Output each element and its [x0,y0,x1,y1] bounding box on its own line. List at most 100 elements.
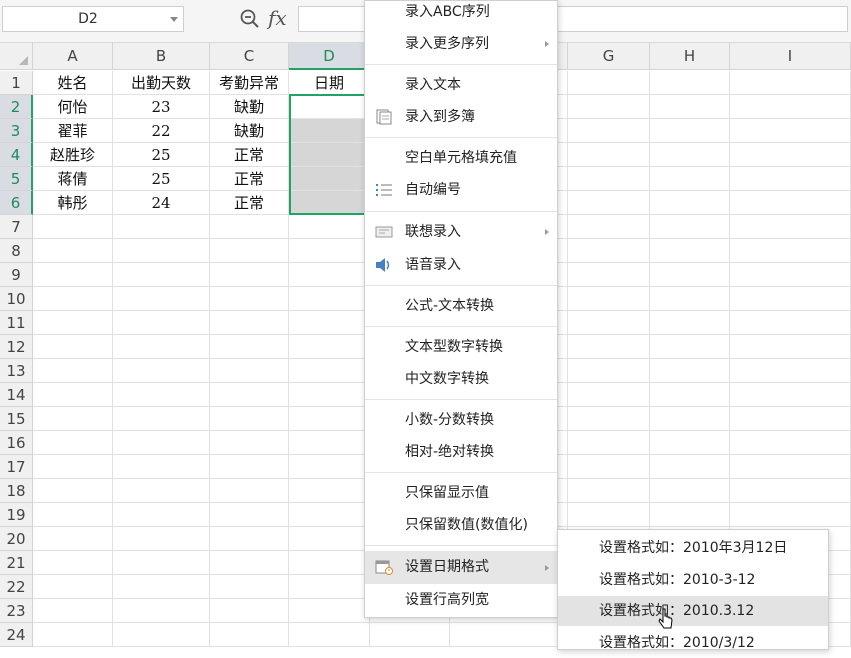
cell-d9[interactable] [289,263,370,287]
cell-c5[interactable]: 正常 [210,167,289,191]
cell-a15[interactable] [33,407,113,431]
cell-g10[interactable] [568,287,650,311]
cell-i2[interactable] [730,95,851,119]
submenu-item-date-slash[interactable]: 设置格式如：2010/3/12 [558,628,828,658]
menu-item-input-text[interactable]: 录入文本 [365,70,557,100]
name-box[interactable]: D2 [2,6,184,32]
cell-c3[interactable]: 缺勤 [210,119,289,143]
row-header-2[interactable]: 2 [0,95,33,119]
menu-item-keep-display-value[interactable]: 只保留显示值 [365,478,557,508]
cell-d20[interactable] [289,527,370,551]
cell-c19[interactable] [210,503,289,527]
cell-g11[interactable] [568,311,650,335]
cell-h15[interactable] [650,407,730,431]
menu-item-formula-text-convert[interactable]: 公式-文本转换 [365,291,557,321]
cell-h1[interactable] [650,71,730,95]
cell-i11[interactable] [730,311,851,335]
cell-g8[interactable] [568,239,650,263]
cell-a1[interactable]: 姓名 [33,71,113,95]
fx-icon[interactable]: fx [268,6,287,30]
cell-i8[interactable] [730,239,851,263]
cell-d12[interactable] [289,335,370,359]
cell-c6[interactable]: 正常 [210,191,289,215]
cell-a10[interactable] [33,287,113,311]
submenu-item-date-dot[interactable]: 设置格式如：2010.3.12 [558,596,828,626]
cell-g2[interactable] [568,95,650,119]
cell-i16[interactable] [730,431,851,455]
cell-d11[interactable] [289,311,370,335]
cell-i15[interactable] [730,407,851,431]
menu-item-voice-input[interactable]: 语音录入 [365,250,557,280]
cell-d13[interactable] [289,359,370,383]
cell-i17[interactable] [730,455,851,479]
cell-g3[interactable] [568,119,650,143]
cell-h7[interactable] [650,215,730,239]
cell-d3[interactable] [289,119,370,143]
cell-i18[interactable] [730,479,851,503]
cell-g5[interactable] [568,167,650,191]
cell-c17[interactable] [210,455,289,479]
cell-d1[interactable]: 日期 [289,71,370,95]
row-header-6[interactable]: 6 [0,191,33,215]
cell-d2[interactable] [289,95,370,119]
cell-h4[interactable] [650,143,730,167]
menu-item-relative-absolute-convert[interactable]: 相对-绝对转换 [365,437,557,467]
cell-h9[interactable] [650,263,730,287]
cell-c16[interactable] [210,431,289,455]
cell-c20[interactable] [210,527,289,551]
cell-b23[interactable] [113,599,210,623]
cell-b14[interactable] [113,383,210,407]
cell-a6[interactable]: 韩彤 [33,191,113,215]
row-header-8[interactable]: 8 [0,239,33,263]
cell-d10[interactable] [289,287,370,311]
cell-b21[interactable] [113,551,210,575]
cell-g4[interactable] [568,143,650,167]
cell-c22[interactable] [210,575,289,599]
menu-item-auto-number[interactable]: 自动编号 [365,175,557,205]
cell-c21[interactable] [210,551,289,575]
cell-c2[interactable]: 缺勤 [210,95,289,119]
cell-b8[interactable] [113,239,210,263]
cell-b6[interactable]: 24 [113,191,210,215]
cell-g15[interactable] [568,407,650,431]
cell-a13[interactable] [33,359,113,383]
row-header-7[interactable]: 7 [0,215,33,239]
cell-d21[interactable] [289,551,370,575]
row-header-3[interactable]: 3 [0,119,33,143]
cell-c10[interactable] [210,287,289,311]
cell-a8[interactable] [33,239,113,263]
cell-a12[interactable] [33,335,113,359]
cell-b24[interactable] [113,623,210,647]
cell-i9[interactable] [730,263,851,287]
cell-c14[interactable] [210,383,289,407]
cell-a23[interactable] [33,599,113,623]
cell-h8[interactable] [650,239,730,263]
row-header-13[interactable]: 13 [0,359,33,383]
cell-d22[interactable] [289,575,370,599]
menu-item-input-multi-workbook[interactable]: 录入到多簿 [365,102,557,132]
cell-b9[interactable] [113,263,210,287]
menu-item-text-number-convert[interactable]: 文本型数字转换 [365,332,557,362]
cell-h2[interactable] [650,95,730,119]
cell-c24[interactable] [210,623,289,647]
cell-c13[interactable] [210,359,289,383]
cell-h10[interactable] [650,287,730,311]
cell-c1[interactable]: 考勤异常 [210,71,289,95]
cell-i14[interactable] [730,383,851,407]
cell-i3[interactable] [730,119,851,143]
cell-h16[interactable] [650,431,730,455]
cell-g16[interactable] [568,431,650,455]
cell-b16[interactable] [113,431,210,455]
column-header-c[interactable]: C [210,43,289,70]
cell-b7[interactable] [113,215,210,239]
cell-b11[interactable] [113,311,210,335]
cell-c18[interactable] [210,479,289,503]
cell-b5[interactable]: 25 [113,167,210,191]
cell-i5[interactable] [730,167,851,191]
cell-a14[interactable] [33,383,113,407]
row-header-15[interactable]: 15 [0,407,33,431]
menu-item-row-height-col-width[interactable]: 设置行高列宽 [365,585,557,615]
menu-item-more-series[interactable]: 录入更多序列 [365,29,557,59]
cell-h18[interactable] [650,479,730,503]
cell-i1[interactable] [730,71,851,95]
